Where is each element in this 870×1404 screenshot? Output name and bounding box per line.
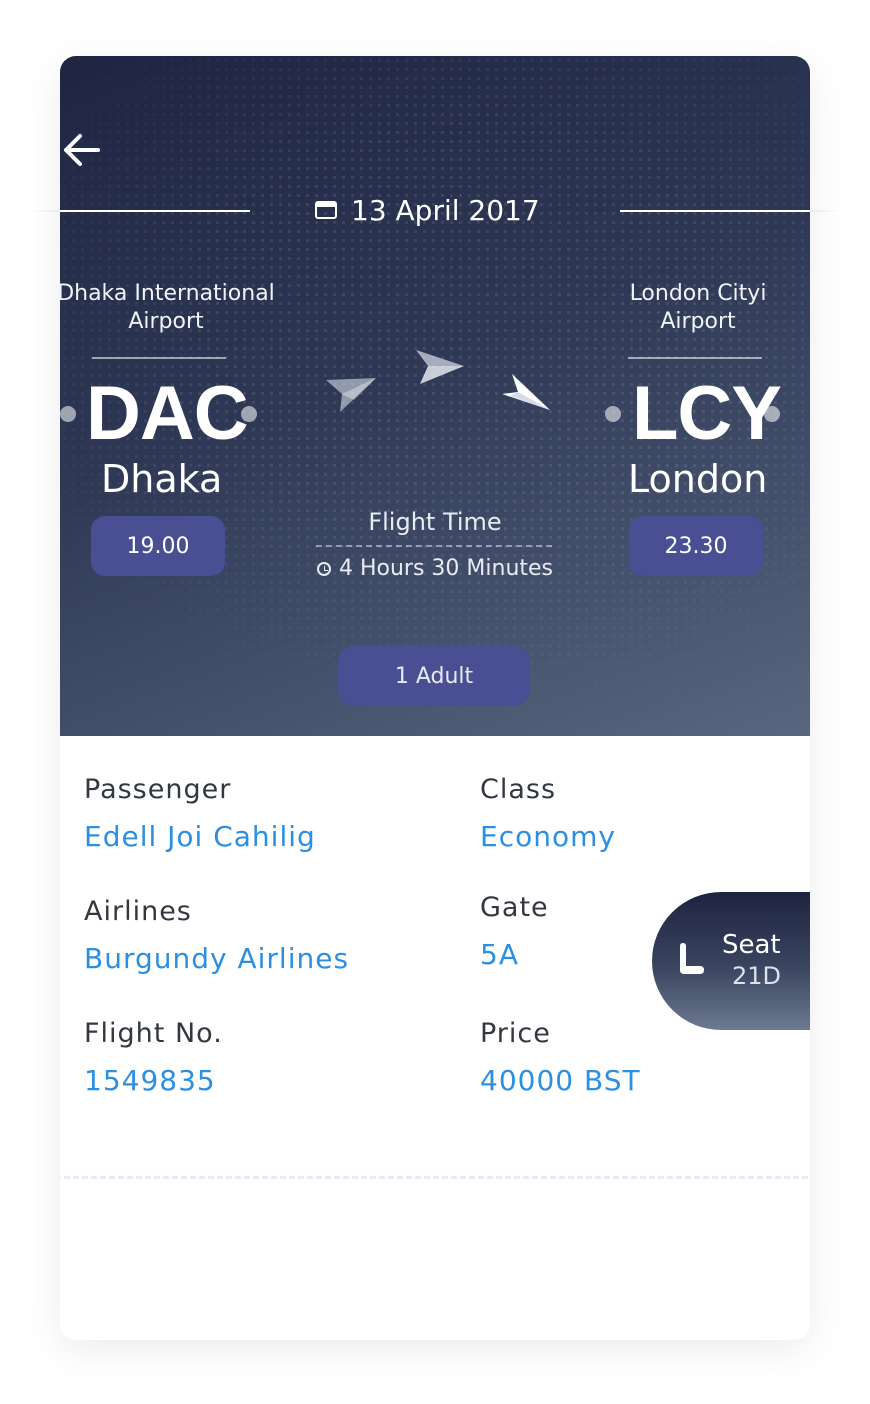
passenger-label: Passenger <box>84 774 232 805</box>
price-value: 40000 BST <box>480 1064 641 1097</box>
gate-value: 5A <box>480 938 519 971</box>
paper-plane-icon <box>502 374 550 410</box>
date-divider-left <box>60 210 250 212</box>
card-edge-line-left <box>30 210 60 212</box>
origin-airport-line1: Dhaka International <box>60 281 275 306</box>
destination-divider <box>628 357 762 359</box>
flight-time-label: Flight Time <box>368 508 502 536</box>
destination-dot-left <box>605 406 621 422</box>
flight-duration-text: 4 Hours 30 Minutes <box>338 556 554 581</box>
passenger-value: Edell Joi Cahilig <box>84 820 316 853</box>
airlines-label: Airlines <box>84 896 192 927</box>
destination-dot-right <box>764 406 780 422</box>
boarding-pass-card: 13 April 2017 Dhaka International Airpor… <box>60 56 810 1340</box>
destination-airport-line1: London Cityi <box>629 281 767 306</box>
arrival-time: 23.30 <box>629 516 763 576</box>
class-value: Economy <box>480 820 616 853</box>
flight-date-text: 13 April 2017 <box>351 193 540 227</box>
destination-city: London <box>628 457 768 501</box>
flight-no-label: Flight No. <box>84 1018 223 1049</box>
flight-no-value: 1549835 <box>84 1064 216 1097</box>
departure-time: 19.00 <box>91 516 225 576</box>
passenger-count-button[interactable]: 1 Adult <box>338 646 530 706</box>
paper-plane-icon <box>416 350 464 384</box>
gate-label: Gate <box>480 892 549 923</box>
seat-button[interactable]: Seat 21D <box>652 892 810 1030</box>
origin-airport-name: Dhaka International Airport <box>60 280 276 336</box>
origin-dot-left <box>60 406 76 422</box>
card-edge-line-right <box>810 210 840 212</box>
origin-divider <box>92 357 226 359</box>
price-label: Price <box>480 1018 551 1049</box>
seat-icon <box>680 943 704 974</box>
clock-icon <box>316 561 331 576</box>
back-arrow-icon[interactable] <box>60 128 104 172</box>
airlines-value: Burgundy Airlines <box>84 942 350 975</box>
origin-city: Dhaka <box>101 457 223 501</box>
ticket-perforation <box>60 1176 810 1179</box>
origin-dot-right <box>241 406 257 422</box>
paper-plane-icon <box>326 378 376 412</box>
seat-label: Seat <box>722 930 781 960</box>
destination-code: LCY <box>632 371 782 456</box>
seat-number: 21D <box>732 962 782 990</box>
flight-date: 13 April 2017 <box>315 192 540 228</box>
date-divider-right <box>620 210 810 212</box>
calendar-icon <box>315 201 337 219</box>
origin-code: DAC <box>86 371 249 456</box>
flight-header: 13 April 2017 Dhaka International Airpor… <box>60 56 810 736</box>
origin-airport-line2: Airport <box>128 309 204 334</box>
flight-duration: 4 Hours 30 Minutes <box>300 556 570 581</box>
destination-airport-name: London Cityi Airport <box>588 280 808 336</box>
destination-airport-line2: Airport <box>660 309 736 334</box>
flight-time-divider <box>316 545 552 547</box>
class-label: Class <box>480 774 557 805</box>
